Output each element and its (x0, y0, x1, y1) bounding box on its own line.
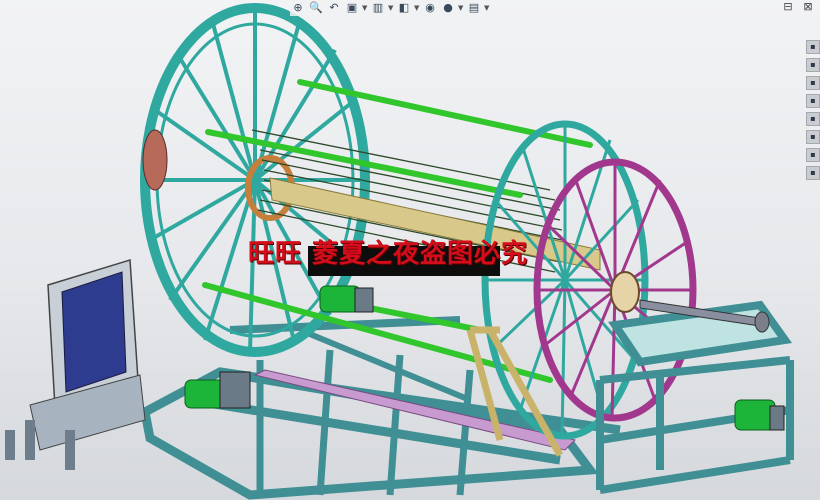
chevron-down-icon[interactable]: ▼ (414, 4, 420, 12)
tailstock-motor (734, 399, 785, 431)
zoom-to-fit-icon[interactable]: ⊕ (290, 1, 306, 15)
rotation-motor (319, 285, 374, 313)
display-style-icon[interactable]: ◧ (396, 1, 412, 15)
task-pane-tab[interactable]: ▪ (806, 148, 820, 162)
task-pane-tab[interactable]: ▪ (806, 40, 820, 54)
task-pane-tab[interactable]: ▪ (806, 130, 820, 144)
task-pane-tab[interactable]: ▪ (806, 166, 820, 180)
tailstock-stand (596, 300, 794, 494)
previous-view-icon[interactable]: ↶ (326, 1, 342, 15)
viewport-window-controls: ⊟ ⊠ (782, 0, 814, 13)
headstock-disc (142, 129, 168, 191)
task-pane-tab[interactable]: ▪ (806, 112, 820, 126)
task-pane-tab[interactable]: ▪ (806, 58, 820, 72)
edit-appearance-icon[interactable]: ● (440, 1, 456, 15)
task-pane-tab[interactable]: ▪ (806, 94, 820, 108)
restore-window-icon[interactable]: ⊟ (782, 0, 794, 13)
chevron-down-icon[interactable]: ▼ (484, 4, 490, 12)
control-cabinet (5, 259, 146, 470)
chevron-down-icon[interactable]: ▼ (362, 4, 368, 12)
chevron-down-icon[interactable]: ▼ (388, 4, 394, 12)
hide-show-items-icon[interactable]: ◉ (422, 1, 438, 15)
watermark-text: 旺旺 菱夏之夜盗图必究 (248, 238, 529, 269)
zoom-to-area-icon[interactable]: 🔍 (308, 1, 324, 15)
chevron-down-icon[interactable]: ▼ (458, 4, 464, 12)
graphics-viewport[interactable]: 旺旺 菱夏之夜盗图必究 ⊕ 🔍 ↶ ▣ ▼ ▥ ▼ ◧ ▼ ◉ ● ▼ ▤ ▼ … (0, 0, 820, 500)
task-pane-tabs: ▪ ▪ ▪ ▪ ▪ ▪ ▪ ▪ (806, 40, 820, 180)
watermark: 旺旺 菱夏之夜盗图必究 (248, 228, 528, 274)
apply-scene-icon[interactable]: ▤ (466, 1, 482, 15)
view-orientation-icon[interactable]: ▥ (370, 1, 386, 15)
section-view-icon[interactable]: ▣ (344, 1, 360, 15)
task-pane-tab[interactable]: ▪ (806, 76, 820, 90)
close-window-icon[interactable]: ⊠ (802, 0, 814, 13)
heads-up-view-toolbar: ⊕ 🔍 ↶ ▣ ▼ ▥ ▼ ◧ ▼ ◉ ● ▼ ▤ ▼ (290, 0, 490, 16)
